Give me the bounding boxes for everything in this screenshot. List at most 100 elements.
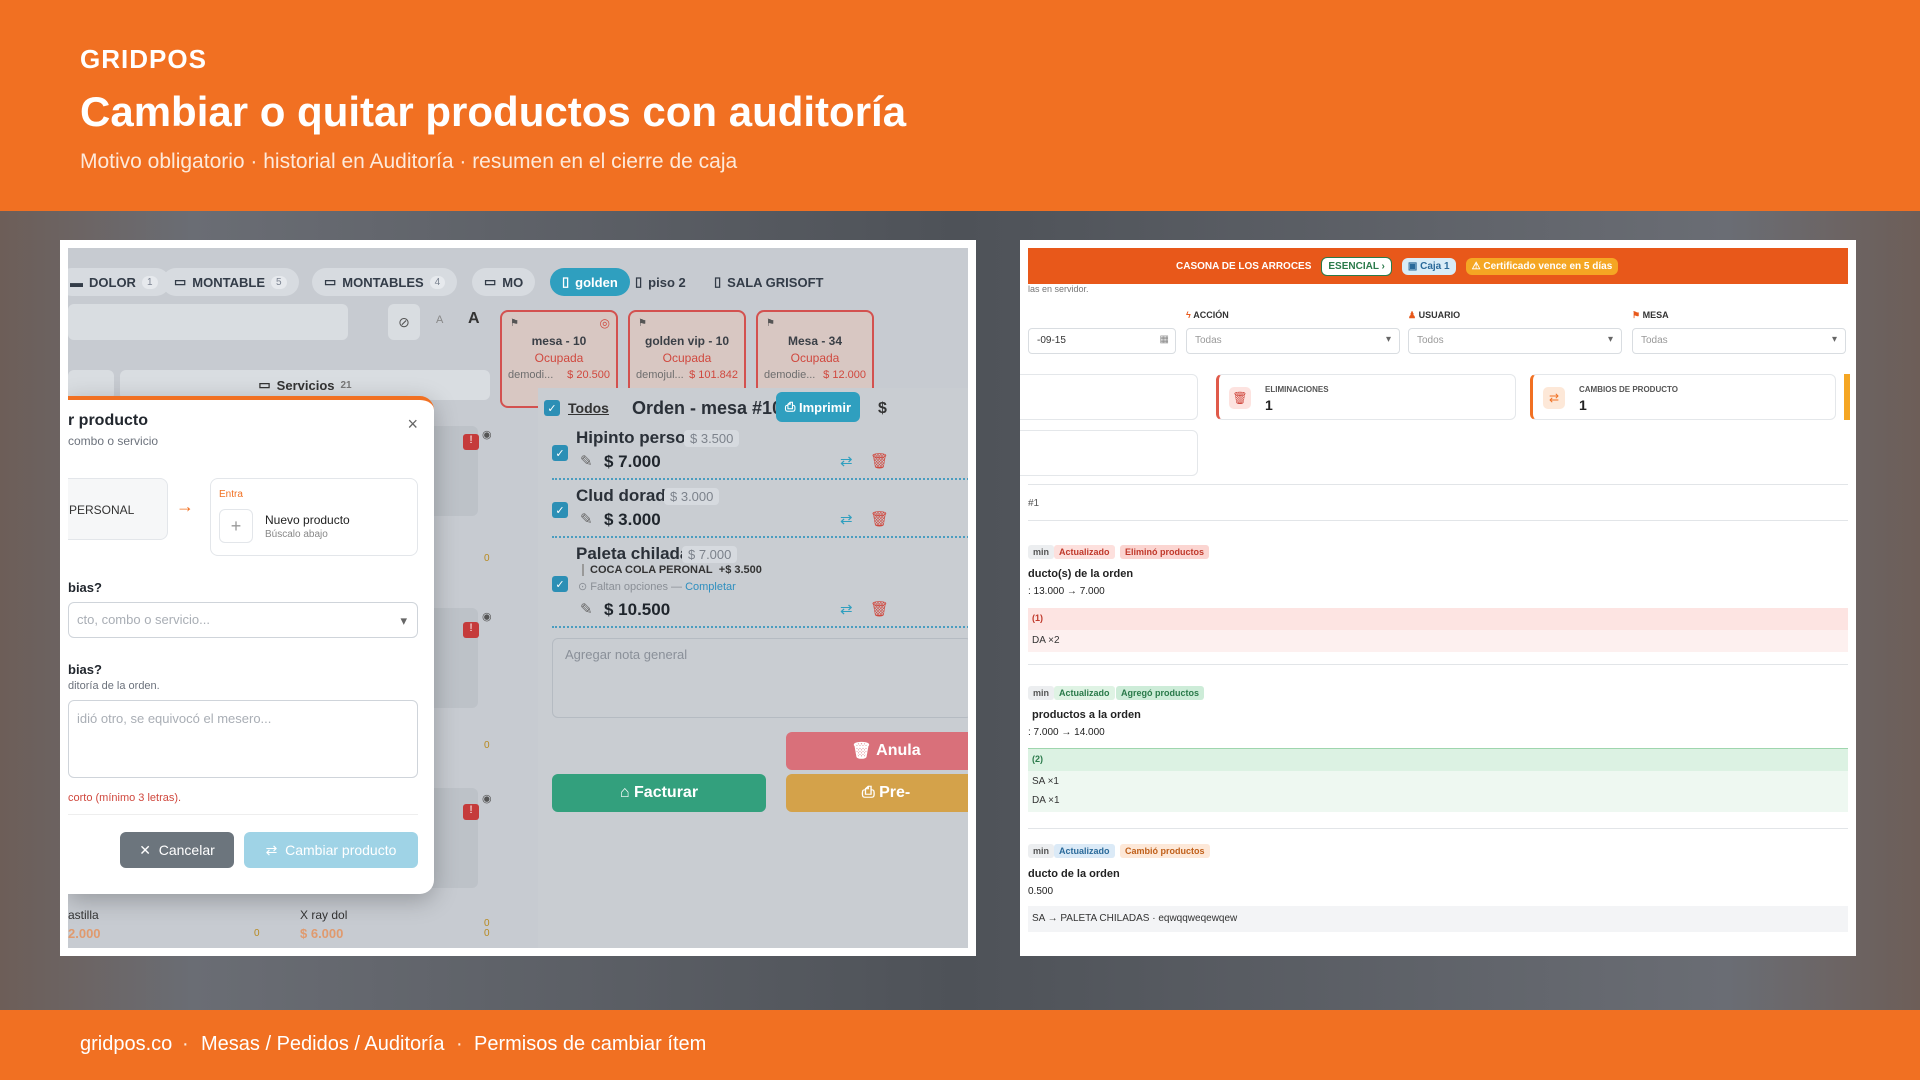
role-badge: min [1028,844,1055,858]
table-status: Ocupada [534,351,584,365]
select-all-label[interactable]: Todos [568,400,609,416]
edit-icon[interactable]: ✎ [580,600,593,618]
plan-badge[interactable]: ESENCIAL › [1321,256,1392,276]
filter-table-select[interactable]: Todas ▾ [1632,328,1846,354]
divider [1028,520,1848,521]
item-checkbox[interactable]: ✓ [552,445,568,461]
item-addon: COCA COLA PERONAL +$ 3.500 [582,564,762,576]
cert-warning-badge[interactable]: ⚠ Certificado vence en 5 días [1465,257,1619,275]
footer-site: gridpos.co [80,1033,173,1055]
zone-tab-piso-2[interactable]: ▯ piso 2 [623,268,698,296]
product-name: astilla [68,908,99,922]
product-select[interactable]: cto, combo o servicio... ▾ [68,602,418,638]
zone-tab-mo[interactable]: ▭ MO [472,268,536,296]
item-total: $ 7.000 [604,452,661,471]
action-badge: Cambió productos [1120,844,1210,858]
item-missing-options: ⊙ Faltan opciones — Completar [578,581,736,593]
zone-tab-golden[interactable]: ▯ golden [550,268,630,296]
chevron-down-icon: ▾ [1607,334,1613,345]
zone-tab-sala-grisoft[interactable]: ▯ SALA GRISOFT [702,268,835,296]
table-icon: ▭ [324,274,337,289]
item-total: $ 3.000 [604,510,661,529]
table-waiter: demodie... [764,369,816,381]
table-status: Ocupada [790,351,840,365]
zone-tab-montable[interactable]: ▭ MONTABLE 5 [162,268,299,296]
print-button[interactable]: ⎙ Imprimir [776,392,860,422]
stat-card-product-changes: ⇄ CAMBIOS DE PRODUCTO 1 [1530,374,1836,420]
date-input[interactable]: -09-15 ▦ [1028,328,1176,354]
table-waiter: demodi... [508,369,554,381]
item-checkbox[interactable]: ✓ [552,502,568,518]
table-icon: ▭ [484,274,497,289]
cancel-order-button[interactable]: 🗑 Anula [786,732,968,770]
state-badge: Actualizado [1054,686,1115,700]
reason-textarea[interactable]: idió otro, se equivocó el mesero... [68,700,418,778]
general-note-input[interactable]: Agregar nota general [552,638,968,718]
divider [1028,828,1848,829]
search-bar[interactable] [68,304,348,340]
table-icon: ▭ [174,274,187,289]
swap-icon[interactable]: ⇄ [840,600,853,618]
alert-icon: ! [463,434,479,450]
product-price: 2.000 [68,926,101,941]
question-why: bias? [68,662,102,677]
invoice-button[interactable]: ⌂ Facturar [552,774,766,812]
stat-value: 1 [1579,397,1587,413]
eye-icon[interactable]: ◉ [482,428,492,441]
chevron-down-icon: ▾ [1385,334,1391,345]
plus-icon: + [219,509,253,543]
filter-table-label: ⚑ MESA [1632,310,1669,320]
zone-tab-dolor[interactable]: ▬ DOLOR 1 [68,268,170,296]
entry-band: (1) [1028,608,1848,630]
change-product-modal: r producto combo o servicio × PERSONAL →… [68,396,434,894]
cancel-button[interactable]: ✕ Cancelar [120,832,234,868]
image-off-icon[interactable]: ⊘ [388,304,420,340]
filter-user-label: ♟ USUARIO [1408,310,1461,320]
chevron-down-icon: ▾ [400,613,407,628]
swap-icon[interactable]: ⇄ [840,452,853,470]
validation-error: corto (mínimo 3 letras). [68,792,182,804]
font-small-icon[interactable]: A [436,314,443,326]
entry-change: : 7.000 → 14.000 [1028,727,1105,738]
edit-icon[interactable]: ✎ [580,510,593,528]
select-all-checkbox[interactable]: ✓ [544,400,560,416]
complete-link[interactable]: Completar [685,581,736,593]
qty-badge: 0 [484,928,490,939]
modal-divider [68,814,418,815]
item-divider [552,478,968,480]
edit-icon[interactable]: ✎ [580,452,593,470]
role-badge: min [1028,686,1055,700]
trash-icon[interactable]: 🗑 [870,600,889,618]
eye-icon[interactable]: ◉ [482,610,492,623]
item-checkbox[interactable]: ✓ [552,576,568,592]
close-icon[interactable]: × [407,414,418,435]
flag-icon: ⚑ [510,318,519,329]
table-amount: $ 20.500 [567,369,610,381]
flag-icon: ⚑ [1632,310,1643,320]
trash-icon[interactable]: 🗑 [870,510,889,528]
font-large-icon[interactable]: A [468,310,480,328]
swap-icon[interactable]: ⇄ [840,510,853,528]
state-badge: Actualizado [1054,844,1115,858]
pos-app: ▬ DOLOR 1 ▭ MONTABLE 5 ▭ MONTABLES 4 ▭ MO ▯ go… [68,248,968,948]
filter-action-select[interactable]: Todas ▾ [1186,328,1400,354]
outgoing-product-name: PERSONAL [69,503,135,517]
filter-user-select[interactable]: Todos ▾ [1408,328,1622,354]
order-title: Orden - mesa #10 [632,398,783,418]
qty-badge: 0 [484,740,490,751]
change-product-button[interactable]: ⇄ Cambiar producto [244,832,418,868]
action-badge: Agregó productos [1116,686,1204,700]
footer-banner: gridpos.co · Mesas / Pedidos / Auditoría… [0,1010,1920,1080]
trash-icon[interactable]: 🗑 [870,452,889,470]
cash-badge[interactable]: ▣ Caja 1 [1401,257,1456,275]
order-currency: $ [878,400,887,417]
entry-desc: ducto de la orden [1028,868,1120,880]
audit-screenshot: CASONA DE LOS ARROCES ESENCIAL › ▣ Caja … [1020,240,1856,956]
chevron-down-icon: ▾ [1831,334,1837,345]
zone-tab-montables[interactable]: ▭ MONTABLES 4 [312,268,458,296]
stat-card [1020,430,1198,476]
eye-icon[interactable]: ◉ [482,792,492,805]
flag-icon: ⚑ [766,318,775,329]
footer-permission: Permisos de cambiar ítem [474,1033,707,1055]
pre-invoice-button[interactable]: ⎙ Pre- [786,774,968,812]
